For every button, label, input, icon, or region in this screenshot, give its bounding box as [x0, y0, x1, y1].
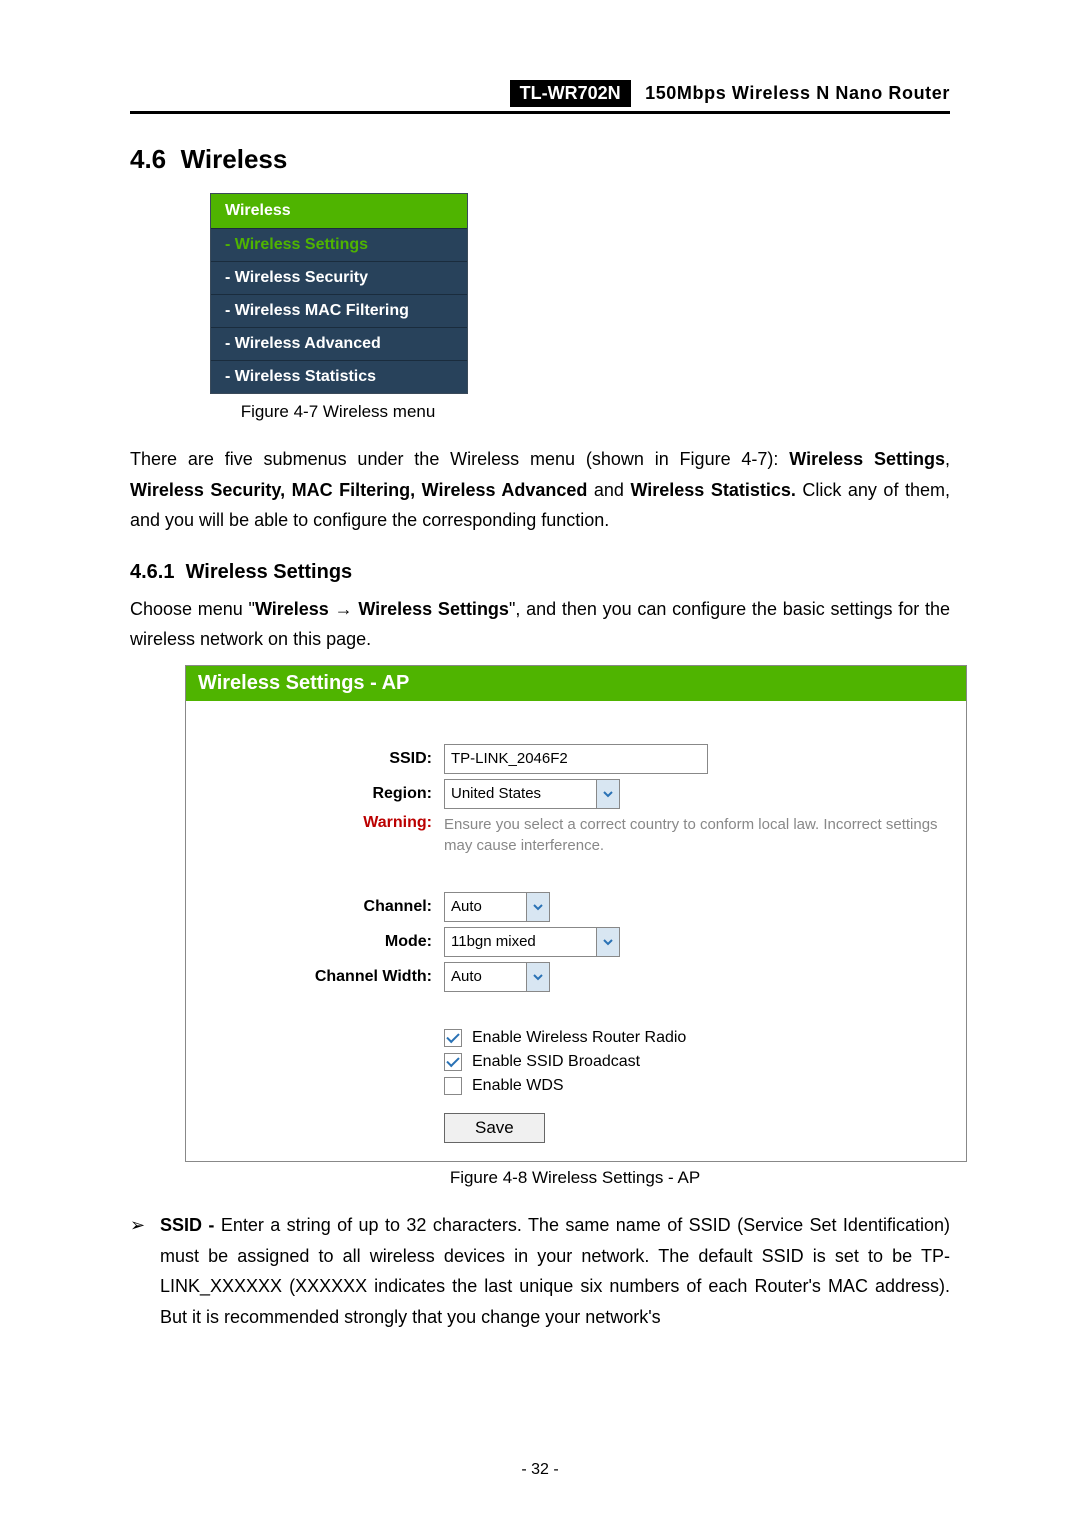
- enable-ssid-broadcast-label: Enable SSID Broadcast: [472, 1053, 640, 1071]
- panel-title: Wireless Settings - AP: [186, 666, 966, 701]
- section-intro: There are five submenus under the Wirele…: [130, 444, 950, 536]
- wireless-menu-header: Wireless: [211, 194, 467, 228]
- save-button[interactable]: Save: [444, 1113, 545, 1143]
- bullet-icon: ➢: [130, 1210, 160, 1332]
- menu-item-settings[interactable]: - Wireless Settings: [211, 228, 467, 261]
- page-number: - 32 -: [0, 1461, 1080, 1479]
- enable-wds-label: Enable WDS: [472, 1077, 564, 1095]
- section-heading: 4.6 Wireless: [130, 144, 950, 175]
- channel-select[interactable]: Auto: [444, 892, 550, 922]
- warning-text: Ensure you select a correct country to c…: [444, 814, 950, 856]
- bullet-lead: SSID -: [160, 1215, 221, 1235]
- page-header: TL-WR702N 150Mbps Wireless N Nano Router: [130, 80, 950, 114]
- model-desc: 150Mbps Wireless N Nano Router: [635, 83, 950, 104]
- channel-width-select[interactable]: Auto: [444, 962, 550, 992]
- chevron-down-icon: [526, 963, 549, 991]
- ssid-input[interactable]: [444, 744, 708, 774]
- wireless-menu-figure: Wireless - Wireless Settings - Wireless …: [210, 193, 468, 394]
- menu-item-mac-filtering[interactable]: - Wireless MAC Filtering: [211, 294, 467, 327]
- ssid-bullet: ➢ SSID - Enter a string of up to 32 char…: [130, 1210, 950, 1332]
- enable-ssid-broadcast-checkbox[interactable]: [444, 1053, 462, 1071]
- chevron-down-icon: [596, 928, 619, 956]
- wireless-settings-panel: Wireless Settings - AP SSID: Region: Uni…: [185, 665, 967, 1162]
- chevron-down-icon: [526, 893, 549, 921]
- figure-4-7-caption: Figure 4-7 Wireless menu: [210, 402, 466, 422]
- subsection-heading: 4.6.1 Wireless Settings: [130, 561, 950, 584]
- bullet-text: Enter a string of up to 32 characters. T…: [160, 1215, 950, 1327]
- enable-radio-label: Enable Wireless Router Radio: [472, 1029, 686, 1047]
- mode-select[interactable]: 11bgn mixed: [444, 927, 620, 957]
- enable-wds-checkbox[interactable]: [444, 1077, 462, 1095]
- subsection-lead: Choose menu "Wireless → Wireless Setting…: [130, 594, 950, 655]
- menu-item-security[interactable]: - Wireless Security: [211, 261, 467, 294]
- region-select[interactable]: United States: [444, 779, 620, 809]
- ssid-label: SSID:: [202, 750, 444, 768]
- enable-radio-checkbox[interactable]: [444, 1029, 462, 1047]
- chevron-down-icon: [596, 780, 619, 808]
- menu-item-advanced[interactable]: - Wireless Advanced: [211, 327, 467, 360]
- channel-width-label: Channel Width:: [202, 968, 444, 986]
- model-code: TL-WR702N: [510, 80, 631, 107]
- channel-label: Channel:: [202, 898, 444, 916]
- mode-label: Mode:: [202, 933, 444, 951]
- menu-item-statistics[interactable]: - Wireless Statistics: [211, 360, 467, 393]
- warning-label: Warning:: [202, 814, 444, 832]
- region-label: Region:: [202, 785, 444, 803]
- figure-4-8-caption: Figure 4-8 Wireless Settings - AP: [185, 1168, 965, 1188]
